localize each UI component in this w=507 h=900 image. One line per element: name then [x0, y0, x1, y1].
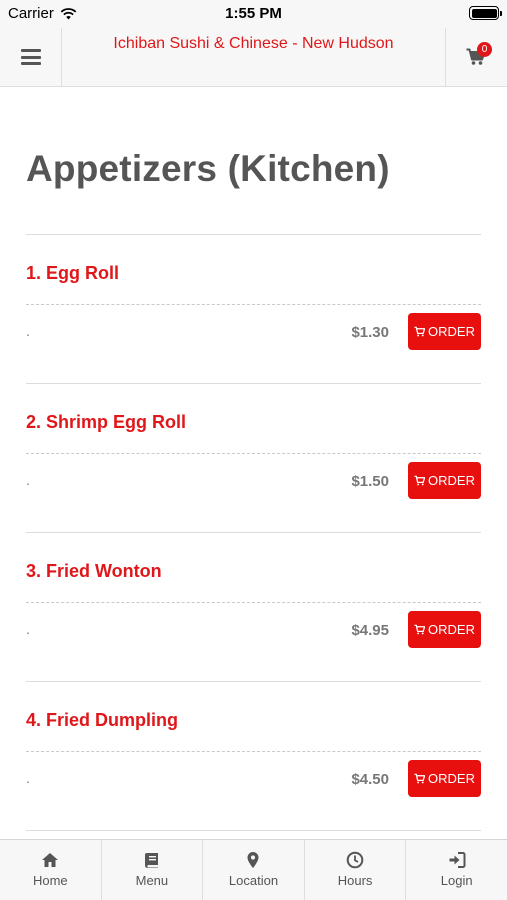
order-button-label: ORDER — [428, 622, 475, 637]
item-name: 1. Egg Roll — [26, 263, 120, 283]
tab-label: Login — [440, 873, 473, 888]
book-icon — [144, 853, 158, 868]
order-button[interactable]: ORDER — [408, 611, 481, 648]
order-button-label: ORDER — [428, 771, 475, 786]
home-icon — [42, 853, 59, 867]
dotted-divider — [26, 304, 481, 305]
tab-location[interactable]: Location — [203, 840, 305, 900]
tab-hours[interactable]: Hours — [305, 840, 407, 900]
dotted-divider — [26, 751, 481, 752]
tab-label: Location — [228, 873, 279, 888]
cart-button[interactable]: 0 — [445, 28, 507, 86]
order-button[interactable]: ORDER — [408, 313, 481, 350]
clock-icon — [346, 851, 364, 869]
cart-plus-icon — [414, 773, 426, 784]
tab-menu[interactable]: Menu — [102, 840, 204, 900]
order-button-label: ORDER — [428, 473, 475, 488]
order-button-label: ORDER — [428, 324, 475, 339]
menu-item-list: 1. Egg Roll . $1.30 ORDER 2. Shrimp Egg … — [26, 235, 481, 831]
item-price: $1.30 — [351, 324, 389, 341]
item-name: 2. Shrimp Egg Roll — [26, 412, 187, 432]
cart-plus-icon — [414, 624, 426, 635]
main-content: Appetizers (Kitchen) 1. Egg Roll . $1.30… — [0, 88, 507, 840]
item-price: $1.50 — [351, 473, 389, 490]
menu-button[interactable] — [0, 28, 62, 86]
cart-plus-icon — [414, 326, 426, 337]
order-button[interactable]: ORDER — [408, 760, 481, 797]
tab-label: Home — [32, 873, 68, 888]
menu-item: 2. Shrimp Egg Roll . $1.50 ORDER — [26, 384, 481, 533]
menu-item: 3. Fried Wonton . $4.95 ORDER — [26, 533, 481, 682]
menu-item: 4. Fried Dumpling . $4.50 ORDER — [26, 682, 481, 831]
tab-label: Menu — [135, 873, 169, 888]
cart-plus-icon — [414, 475, 426, 486]
item-price: $4.50 — [351, 771, 389, 788]
order-button[interactable]: ORDER — [408, 462, 481, 499]
item-price: $4.95 — [351, 622, 389, 639]
item-description: . — [26, 621, 30, 637]
cart-count-badge: 0 — [477, 42, 492, 57]
tab-home[interactable]: Home — [0, 840, 102, 900]
map-marker-icon — [247, 852, 259, 868]
dotted-divider — [26, 453, 481, 454]
restaurant-title: Ichiban Sushi & Chinese - New Hudson — [113, 35, 394, 52]
dotted-divider — [26, 602, 481, 603]
item-description: . — [26, 323, 30, 339]
item-name: 3. Fried Wonton — [26, 561, 162, 581]
status-bar: Carrier 1:55 PM — [0, 0, 507, 28]
page-title: Appetizers (Kitchen) — [26, 148, 390, 189]
item-name: 4. Fried Dumpling — [26, 710, 179, 730]
battery-icon — [469, 6, 502, 20]
sign-in-icon — [449, 852, 466, 868]
item-description: . — [26, 770, 30, 786]
bottom-tab-bar: Home Menu Location Hours Login — [0, 839, 507, 900]
menu-item: 1. Egg Roll . $1.30 ORDER — [26, 235, 481, 384]
tab-login[interactable]: Login — [406, 840, 507, 900]
tab-label: Hours — [337, 873, 373, 888]
hamburger-icon — [20, 49, 41, 65]
app-header: Ichiban Sushi & Chinese - New Hudson 0 — [0, 28, 507, 87]
clock-time: 1:55 PM — [225, 5, 282, 22]
item-description: . — [26, 472, 30, 488]
